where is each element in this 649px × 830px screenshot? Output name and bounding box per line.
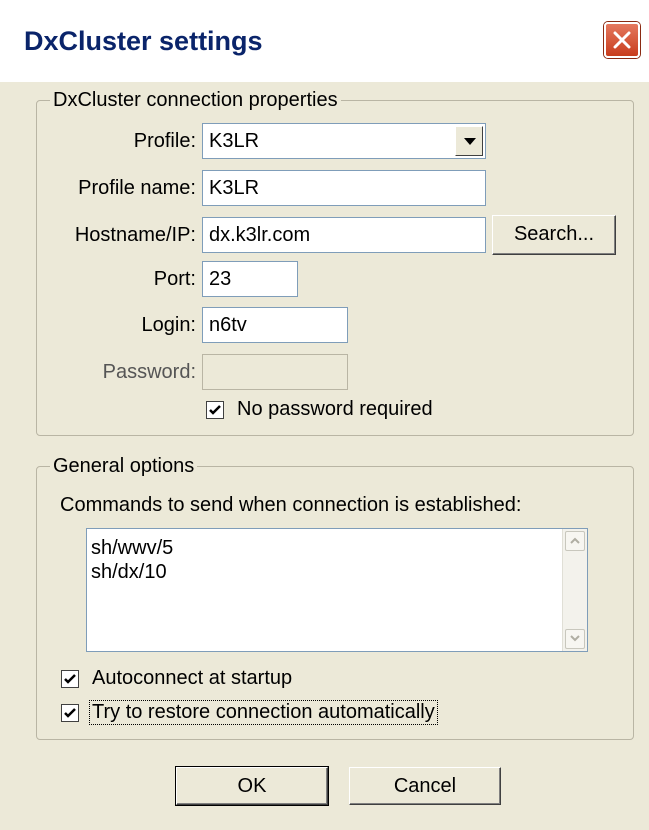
profile-select-value: K3LR	[209, 130, 260, 152]
restore-connection-label: Try to restore connection automatically	[89, 700, 438, 725]
profile-dropdown-button[interactable]	[455, 126, 483, 156]
scroll-up-button[interactable]	[565, 531, 585, 551]
profile-label: Profile:	[133, 130, 196, 152]
checkmark-icon	[64, 708, 76, 718]
chevron-up-icon	[570, 537, 580, 544]
checkmark-icon	[64, 674, 76, 684]
profile-select[interactable]: K3LR	[202, 123, 486, 159]
chevron-down-icon	[464, 138, 476, 145]
login-label: Login:	[141, 314, 197, 336]
no-password-label: No password required	[237, 398, 433, 420]
password-label: Password:	[102, 361, 196, 383]
autoconnect-label: Autoconnect at startup	[92, 667, 293, 689]
hostname-field[interactable]: dx.k3lr.com	[202, 217, 486, 253]
login-field[interactable]: n6tv	[202, 307, 348, 343]
command-line-2: sh/dx/10	[91, 561, 167, 583]
command-line-1: sh/wwv/5	[91, 537, 174, 559]
dxcluster-settings-dialog: DxCluster settings DxCluster connection …	[0, 0, 649, 830]
close-button[interactable]	[604, 22, 640, 58]
search-button[interactable]: Search...	[492, 215, 616, 255]
port-field[interactable]: 23	[202, 261, 298, 297]
chevron-down-icon	[570, 635, 580, 642]
commands-scrollbar[interactable]	[562, 529, 587, 651]
profile-name-field[interactable]: K3LR	[202, 170, 486, 206]
close-icon	[613, 31, 631, 49]
autoconnect-checkbox[interactable]	[61, 670, 79, 688]
profile-name-label: Profile name:	[78, 177, 196, 199]
general-options-legend: General options	[50, 455, 198, 478]
scroll-down-button[interactable]	[565, 629, 585, 649]
port-label: Port:	[153, 268, 196, 290]
commands-textarea[interactable]: sh/wwv/5 sh/dx/10	[86, 528, 588, 652]
title-bar: DxCluster settings	[0, 0, 649, 82]
connection-properties-legend: DxCluster connection properties	[50, 89, 341, 112]
no-password-checkbox[interactable]	[206, 401, 224, 419]
restore-connection-checkbox[interactable]	[61, 704, 79, 722]
ok-button[interactable]: OK	[175, 766, 329, 806]
hostname-label: Hostname/IP:	[74, 224, 196, 246]
checkmark-icon	[209, 405, 221, 415]
cancel-button[interactable]: Cancel	[349, 767, 501, 805]
commands-label: Commands to send when connection is esta…	[60, 494, 522, 516]
password-field	[202, 354, 348, 390]
window-title: DxCluster settings	[24, 26, 263, 56]
